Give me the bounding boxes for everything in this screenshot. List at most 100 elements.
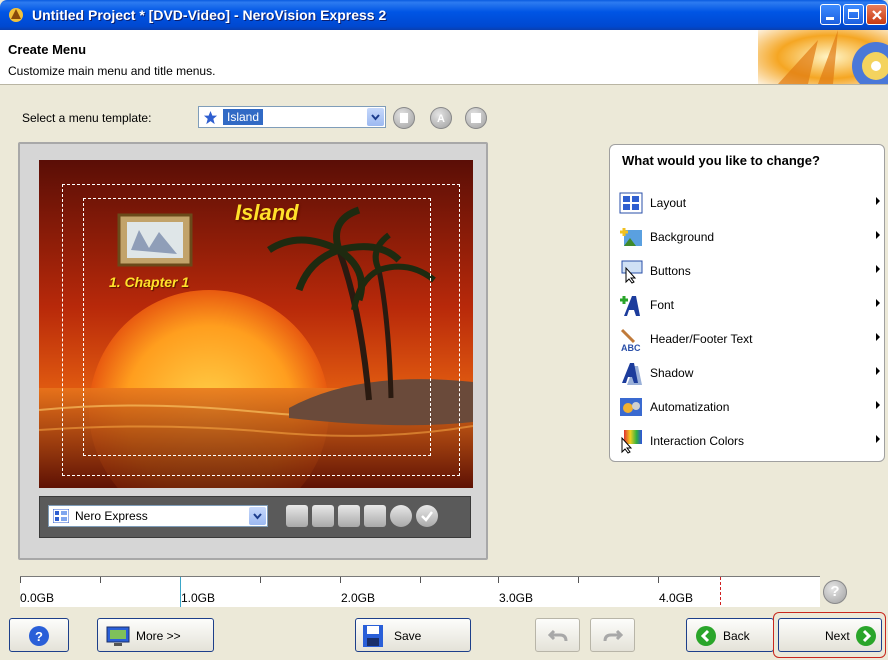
menu-item-label: Automatization <box>650 400 730 414</box>
chevron-down-icon[interactable] <box>249 507 266 525</box>
menu-preview-panel: Island 1. Chapter 1 Nero Express <box>18 142 488 560</box>
next-page-button[interactable] <box>338 505 360 527</box>
help-icon: ? <box>29 626 49 646</box>
menu-item-interaction-colors[interactable]: Interaction Colors <box>618 426 880 456</box>
menu-item-label: Buttons <box>650 264 691 278</box>
chevron-right-icon <box>876 197 880 205</box>
next-button-label: Next <box>825 629 850 643</box>
title-bar: Untitled Project * [DVD-Video] - NeroVis… <box>0 0 888 30</box>
menu-item-label: Font <box>650 298 675 312</box>
capacity-label: 4.0GB <box>659 591 694 605</box>
template-dropdown[interactable]: Island <box>198 106 386 128</box>
floppy-icon <box>471 113 481 123</box>
nero-app-icon <box>9 8 23 22</box>
arrow-left-icon <box>696 626 716 646</box>
shadow-icon <box>622 363 642 385</box>
template-font-button[interactable]: A <box>430 107 452 129</box>
page-subtitle: Customize main menu and title menus. <box>8 64 216 78</box>
arrow-right-icon <box>856 626 876 646</box>
customize-panel: What would you like to change? Layout Ba… <box>609 144 885 462</box>
page-header: Create Menu Customize main menu and titl… <box>0 30 888 85</box>
menu-title-text[interactable]: Island <box>235 200 299 226</box>
save-button-label: Save <box>394 629 422 643</box>
next-button[interactable]: Next <box>778 618 882 652</box>
menu-item-label: Interaction Colors <box>650 434 745 448</box>
font-icon <box>620 296 640 316</box>
svg-text:A: A <box>437 113 445 125</box>
menu-item-label: Shadow <box>650 366 694 380</box>
film-preview-button[interactable] <box>390 505 412 527</box>
capacity-limit-marker <box>720 577 722 605</box>
interaction-colors-icon <box>621 430 642 454</box>
capacity-label: 0.0GB <box>20 591 55 605</box>
capacity-label: 1.0GB <box>181 591 216 605</box>
automatization-icon <box>620 398 642 416</box>
layout-icon <box>619 192 643 214</box>
template-options-button[interactable] <box>393 107 415 129</box>
menu-item-automatization[interactable]: Automatization <box>618 392 880 422</box>
chevron-down-icon[interactable] <box>367 108 384 126</box>
template-label: Select a menu template: <box>22 111 152 125</box>
chapter-button-label[interactable]: 1. Chapter 1 <box>109 274 189 290</box>
preview-toolbar: Nero Express <box>39 496 471 538</box>
template-selected-value: Island <box>223 109 264 125</box>
window-title: Untitled Project * [DVD-Video] - NeroVis… <box>32 7 387 23</box>
menu-item-layout[interactable]: Layout <box>618 188 880 218</box>
chevron-right-icon <box>876 333 880 341</box>
back-button-label: Back <box>723 629 750 643</box>
page-title: Create Menu <box>8 42 87 57</box>
menu-style-dropdown[interactable]: Nero Express <box>48 505 268 527</box>
close-button[interactable] <box>866 4 887 25</box>
more-button[interactable]: More >> <box>97 618 214 652</box>
back-button[interactable]: Back <box>686 618 774 652</box>
undo-button[interactable] <box>535 618 580 652</box>
menu-item-shadow[interactable]: Shadow <box>618 358 880 388</box>
monitor-icon <box>106 626 130 646</box>
capacity-label: 2.0GB <box>341 591 376 605</box>
menu-style-value: Nero Express <box>75 509 148 523</box>
previous-page-button[interactable] <box>312 505 334 527</box>
menu-item-background[interactable]: Background <box>618 222 880 252</box>
close-icon <box>872 10 882 20</box>
menu-item-buttons[interactable]: Buttons <box>618 256 880 286</box>
capacity-help-button[interactable]: ? <box>823 580 847 604</box>
chevron-right-icon <box>876 401 880 409</box>
menu-grid-icon <box>53 509 69 523</box>
star-icon <box>203 110 218 125</box>
more-button-label: More >> <box>136 629 181 643</box>
capacity-tick <box>578 577 579 583</box>
background-icon <box>620 228 642 246</box>
menu-item-header-footer-text[interactable]: ABC Header/Footer Text <box>618 324 880 354</box>
capacity-tick <box>20 577 21 583</box>
menu-item-font[interactable]: Font <box>618 290 880 320</box>
capacity-tick <box>420 577 421 583</box>
template-save-button[interactable] <box>465 107 487 129</box>
minimize-button[interactable] <box>820 4 841 25</box>
floppy-disk-icon <box>363 625 383 647</box>
chevron-right-icon <box>876 299 880 307</box>
chevron-right-icon <box>876 367 880 375</box>
svg-text:?: ? <box>35 629 43 644</box>
menu-preview-screen: Island 1. Chapter 1 <box>39 160 473 488</box>
last-page-button[interactable] <box>364 505 386 527</box>
help-button[interactable]: ? <box>9 618 69 652</box>
capacity-tick <box>100 577 101 583</box>
maximize-button[interactable] <box>843 4 864 25</box>
customize-panel-heading: What would you like to change? <box>622 153 820 168</box>
capacity-tick <box>498 577 499 583</box>
check-button[interactable] <box>416 505 438 527</box>
svg-text:ABC: ABC <box>621 343 641 352</box>
chevron-right-icon <box>876 265 880 273</box>
save-button[interactable]: Save <box>355 618 471 652</box>
first-page-button[interactable] <box>286 505 308 527</box>
menu-item-label: Background <box>650 230 715 244</box>
capacity-tick <box>658 577 659 583</box>
capacity-tick <box>260 577 261 583</box>
capacity-label: 3.0GB <box>499 591 534 605</box>
buttons-icon <box>621 260 643 284</box>
header-footer-icon: ABC <box>620 328 641 352</box>
checkmark-icon <box>421 511 433 522</box>
redo-button[interactable] <box>590 618 635 652</box>
font-a-icon: A <box>437 113 445 125</box>
safe-area-inner <box>83 198 431 456</box>
